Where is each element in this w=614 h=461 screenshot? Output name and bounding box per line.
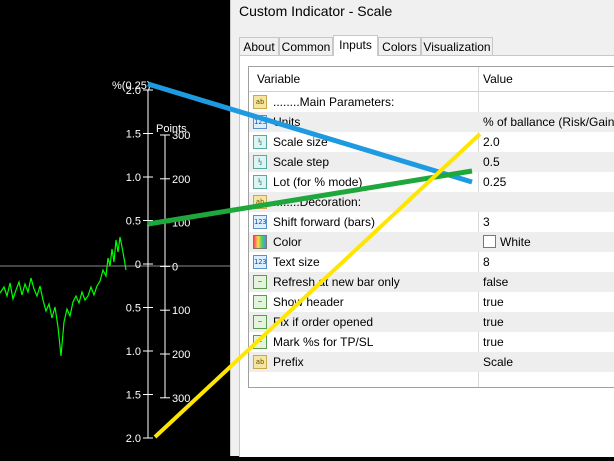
variable-value[interactable]: 2.0 — [483, 132, 500, 152]
text-type-icon: ab — [253, 95, 267, 109]
variable-name: Refresh at new bar only — [273, 275, 400, 289]
table-row[interactable]: ½ Scale size 2.0 — [249, 132, 614, 152]
points-tick-label: 200 — [172, 174, 190, 186]
variable-name: ........Main Parameters: — [273, 95, 395, 109]
inputs-panel: Variable Value ab ........Main Parameters… — [239, 55, 614, 457]
table-row[interactable]: ab Prefix Scale — [249, 352, 614, 372]
decimal-type-icon: ½ — [253, 135, 267, 149]
variable-column-header[interactable]: Variable — [257, 72, 300, 86]
tab-about[interactable]: About — [239, 37, 279, 55]
percent-tick-label: 0 — [135, 259, 141, 271]
boolean-type-icon: ~ — [253, 315, 267, 329]
integer-type-icon: 123 — [253, 255, 267, 269]
tab-inputs[interactable]: Inputs — [333, 35, 378, 56]
price-chart: 2.0 1.5 1.0 0.5 0 0.5 1.0 1.5 2.0 300 200 100 0 100 2… — [0, 0, 230, 456]
decimal-type-icon: ½ — [253, 175, 267, 189]
percent-tick-label: 1.0 — [126, 172, 141, 184]
table-row[interactable]: ~ Mark %s for TP/SL true — [249, 332, 614, 352]
variable-value[interactable]: true — [483, 332, 504, 352]
points-tick-label: 100 — [172, 218, 190, 230]
scale-chart-svg: 2.01.51.00.500.51.01.52.0 30020010001002… — [0, 80, 230, 445]
variable-value[interactable]: White — [483, 232, 531, 252]
table-row[interactable]: ab ........Main Parameters: — [249, 92, 614, 112]
percent-tick-label: 1.5 — [126, 390, 141, 402]
percent-scale-title: %(0.25) — [112, 80, 151, 92]
boolean-type-icon: ~ — [253, 275, 267, 289]
variable-name: Lot (for % mode) — [273, 175, 363, 189]
value-column-header[interactable]: Value — [483, 72, 513, 86]
variable-value[interactable]: false — [483, 272, 508, 292]
variable-name: Scale step — [273, 155, 330, 169]
variable-name: Mark %s for TP/SL — [273, 335, 374, 349]
variable-value[interactable]: 8 — [483, 252, 490, 272]
tab-common[interactable]: Common — [279, 37, 333, 55]
tab-colors[interactable]: Colors — [378, 37, 421, 55]
table-row[interactable]: ~ Refresh at new bar only false — [249, 272, 614, 292]
decimal-type-icon: ½ — [253, 155, 267, 169]
tab-visualization[interactable]: Visualization — [421, 37, 493, 55]
price-series — [0, 236, 127, 357]
points-tick-label: 0 — [172, 261, 178, 273]
points-tick-label: 200 — [172, 349, 190, 361]
variable-value[interactable]: 0.25 — [483, 172, 506, 192]
indicator-dialog: Custom Indicator - Scale About Common In… — [230, 0, 614, 457]
variable-value[interactable]: % of ballance (Risk/Gain) — [483, 112, 614, 132]
percent-tick-label: 2.0 — [126, 433, 141, 445]
percent-tick-label: 1.5 — [126, 129, 141, 141]
table-row[interactable]: ½ Scale step 0.5 — [249, 152, 614, 172]
variable-value[interactable]: true — [483, 312, 504, 332]
percent-tick-label: 1.0 — [126, 346, 141, 358]
points-tick-label: 300 — [172, 393, 190, 405]
table-row[interactable]: ~ Fix if order opened true — [249, 312, 614, 332]
color-swatch — [483, 235, 496, 248]
text-type-icon: ab — [253, 195, 267, 209]
variable-value[interactable]: true — [483, 292, 504, 312]
variable-name: Prefix — [273, 355, 304, 369]
variable-name: Fix if order opened — [273, 315, 374, 329]
color-type-icon — [253, 235, 267, 249]
table-row[interactable]: ½ Lot (for % mode) 0.25 — [249, 172, 614, 192]
table-row[interactable]: 123 Text size 8 — [249, 252, 614, 272]
points-tick-label: 100 — [172, 305, 190, 317]
variable-name: Scale size — [273, 135, 328, 149]
percent-tick-label: 0.5 — [126, 303, 141, 315]
table-row[interactable]: ab ........Decoration: — [249, 192, 614, 212]
variable-name: Show header — [273, 295, 344, 309]
variable-name: Units — [273, 115, 301, 129]
table-row[interactable]: ~ Show header true — [249, 292, 614, 312]
variable-name: Text size — [273, 255, 320, 269]
integer-type-icon: 123 — [253, 115, 267, 129]
table-row[interactable]: Color White — [249, 232, 614, 252]
integer-type-icon: 123 — [253, 215, 267, 229]
table-row[interactable]: 123 Units % of ballance (Risk/Gain) — [249, 112, 614, 132]
variable-name: ........Decoration: — [273, 195, 362, 209]
table-row[interactable]: 123 Shift forward (bars) 3 — [249, 212, 614, 232]
percent-tick-label: 0.5 — [126, 216, 141, 228]
text-type-icon: ab — [253, 355, 267, 369]
variable-value[interactable]: 3 — [483, 212, 490, 232]
inputs-table: Variable Value ab ........Main Parameters… — [248, 66, 614, 388]
table-header: Variable Value — [249, 67, 614, 92]
variable-name: Shift forward (bars) — [273, 215, 376, 229]
variable-name: Color — [273, 235, 302, 249]
window-title: Custom Indicator - Scale — [239, 3, 393, 19]
variable-value[interactable]: 0.5 — [483, 152, 500, 172]
variable-value[interactable]: Scale — [483, 352, 513, 372]
points-scale-title: Points — [156, 123, 187, 135]
boolean-type-icon: ~ — [253, 335, 267, 349]
color-value-label: White — [500, 235, 531, 249]
boolean-type-icon: ~ — [253, 295, 267, 309]
